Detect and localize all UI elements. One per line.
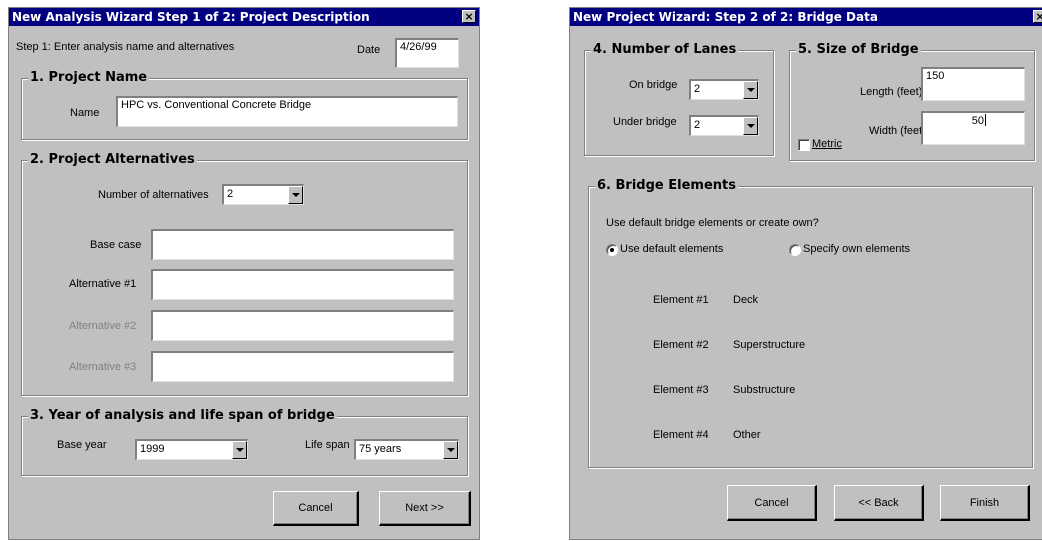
- chevron-down-icon[interactable]: [743, 81, 758, 99]
- element-label-3: Element #3: [653, 384, 709, 396]
- element-value-1: Deck: [733, 294, 759, 306]
- life-span-value: 75 years: [359, 443, 402, 455]
- title-bar: New Project Wizard: Step 2 of 2: Bridge …: [570, 8, 1042, 26]
- life-span-label: Life span: [305, 439, 350, 451]
- default-elements-label[interactable]: Use default elements: [620, 243, 723, 255]
- metric-checkbox[interactable]: [798, 139, 810, 151]
- elements-group: 6. Bridge Elements Use default bridge el…: [588, 178, 1033, 468]
- next-button[interactable]: Next >>: [379, 491, 471, 526]
- years-title: 3. Year of analysis and life span of bri…: [28, 408, 337, 423]
- project-name-group: 1. Project Name Name HPC vs. Conventiona…: [21, 70, 468, 140]
- chevron-down-icon[interactable]: [288, 186, 303, 204]
- alternatives-count-label: Number of alternatives: [98, 189, 209, 201]
- width-field[interactable]: 50: [921, 111, 1025, 145]
- project-name-title: 1. Project Name: [28, 70, 150, 85]
- elements-question: Use default bridge elements or create ow…: [606, 217, 819, 229]
- under-bridge-select[interactable]: 2: [689, 115, 759, 136]
- alternatives-count-value: 2: [227, 188, 234, 200]
- lanes-title: 4. Number of Lanes: [591, 42, 739, 57]
- cancel-button[interactable]: Cancel: [273, 491, 359, 526]
- chevron-down-icon[interactable]: [743, 117, 758, 135]
- analysis-wizard-window: New Analysis Wizard Step 1 of 2: Project…: [8, 7, 480, 540]
- size-title: 5. Size of Bridge: [796, 42, 921, 57]
- window-title: New Analysis Wizard Step 1 of 2: Project…: [12, 10, 370, 24]
- life-span-select[interactable]: 75 years: [354, 439, 459, 460]
- years-group: 3. Year of analysis and life span of bri…: [21, 408, 468, 476]
- alternatives-title: 2. Project Alternatives: [28, 152, 197, 167]
- cancel-button-label: Cancel: [754, 496, 789, 509]
- alt-field-2[interactable]: [151, 310, 454, 341]
- own-elements-radio[interactable]: [789, 244, 801, 256]
- under-bridge-value: 2: [694, 119, 701, 131]
- lanes-group: 4. Number of Lanes On bridge 2 Under bri…: [584, 42, 774, 156]
- on-bridge-value: 2: [694, 83, 701, 95]
- base-year-select[interactable]: 1999: [135, 439, 248, 460]
- back-button-label: << Back: [858, 496, 899, 509]
- cancel-button[interactable]: Cancel: [727, 485, 817, 521]
- name-label: Name: [70, 107, 100, 119]
- text-cursor: [985, 114, 986, 126]
- alternatives-group: 2. Project Alternatives Number of altern…: [21, 152, 468, 396]
- metric-label: Metric: [812, 138, 842, 150]
- cancel-button-label: Cancel: [298, 502, 333, 514]
- element-label-1: Element #1: [653, 294, 709, 306]
- element-value-2: Superstructure: [733, 339, 806, 351]
- alt-label-1: Alternative #1: [69, 278, 137, 290]
- on-bridge-label: On bridge: [629, 79, 678, 91]
- base-year-value: 1999: [140, 443, 165, 455]
- alt-field-base-case[interactable]: [151, 229, 454, 260]
- project-wizard-window: New Project Wizard: Step 2 of 2: Bridge …: [569, 7, 1042, 540]
- element-value-3: Substructure: [733, 384, 796, 396]
- step-instruction: Step 1: Enter analysis name and alternat…: [16, 41, 235, 53]
- finish-button[interactable]: Finish: [940, 485, 1030, 521]
- window-title: New Project Wizard: Step 2 of 2: Bridge …: [573, 10, 878, 24]
- base-year-label: Base year: [57, 439, 107, 451]
- width-label: Width (feet): [869, 125, 926, 137]
- chevron-down-icon[interactable]: [232, 441, 247, 459]
- alt-label-base-case: Base case: [90, 239, 142, 251]
- elements-title: 6. Bridge Elements: [595, 178, 738, 193]
- length-field[interactable]: 150: [921, 67, 1025, 101]
- element-label-4: Element #4: [653, 429, 709, 441]
- default-elements-radio[interactable]: [606, 244, 618, 256]
- date-field[interactable]: 4/26/99: [395, 38, 459, 68]
- project-name-field[interactable]: HPC vs. Conventional Concrete Bridge: [116, 96, 458, 127]
- next-button-label: Next >>: [405, 502, 444, 514]
- width-value: 50: [971, 115, 984, 127]
- finish-button-label: Finish: [969, 496, 1000, 509]
- title-bar: New Analysis Wizard Step 1 of 2: Project…: [9, 8, 479, 26]
- element-value-4: Other: [733, 429, 761, 441]
- element-label-2: Element #2: [653, 339, 709, 351]
- alt-field-1[interactable]: [151, 269, 454, 300]
- length-label: Length (feet): [860, 86, 923, 98]
- date-label: Date: [357, 44, 381, 56]
- size-group: 5. Size of Bridge Length (feet) 150 Widt…: [789, 42, 1035, 161]
- own-elements-label[interactable]: Specify own elements: [803, 243, 910, 255]
- alt-label-2: Alternative #2: [69, 320, 137, 332]
- alt-label-3: Alternative #3: [69, 361, 137, 373]
- alternatives-count-select[interactable]: 2: [222, 184, 304, 205]
- on-bridge-select[interactable]: 2: [689, 79, 759, 100]
- close-icon[interactable]: ×: [462, 10, 476, 23]
- alt-field-3[interactable]: [151, 351, 454, 382]
- back-button[interactable]: << Back: [834, 485, 924, 521]
- under-bridge-label: Under bridge: [613, 116, 677, 128]
- close-icon[interactable]: ×: [1033, 10, 1042, 23]
- chevron-down-icon[interactable]: [443, 441, 458, 459]
